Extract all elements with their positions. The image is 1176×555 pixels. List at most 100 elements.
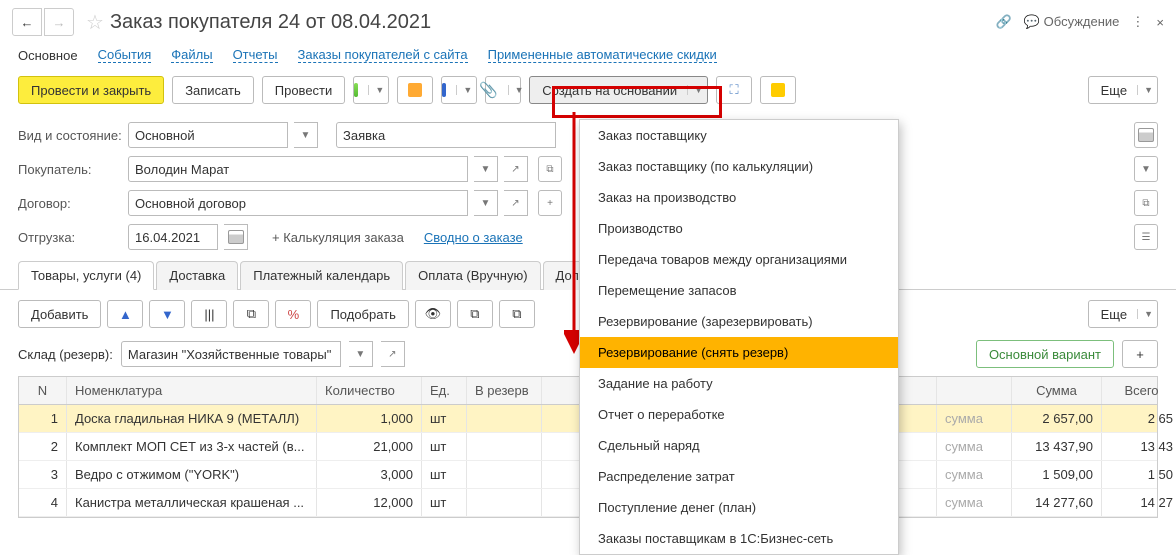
nav-back-button[interactable]: ← bbox=[12, 8, 42, 36]
flag-icon bbox=[771, 83, 785, 97]
scan-button[interactable]: ⧉ bbox=[233, 300, 269, 328]
warehouse-open-btn[interactable]: ↗ bbox=[381, 341, 405, 367]
state-input[interactable]: Заявка bbox=[336, 122, 556, 148]
ship-calendar-btn[interactable] bbox=[224, 224, 248, 250]
menu-item[interactable]: Сдельный наряд bbox=[580, 430, 898, 461]
tab-files[interactable]: Файлы bbox=[171, 47, 212, 63]
discussion-link[interactable]: 💬 Обсуждение bbox=[1024, 14, 1120, 30]
move-up-button[interactable]: ▲ bbox=[107, 300, 143, 328]
variant-button[interactable]: Основной вариант bbox=[976, 340, 1114, 368]
col-sum[interactable]: Сумма bbox=[1012, 377, 1102, 404]
kind-dropdown-btn[interactable]: ▼ bbox=[294, 122, 318, 148]
close-icon[interactable]: × bbox=[1156, 15, 1164, 30]
col-sumlabel bbox=[937, 377, 1012, 404]
col-reserve[interactable]: В резерв bbox=[467, 377, 542, 404]
date-aux1-btn[interactable] bbox=[1134, 122, 1158, 148]
cell-nomen: Комплект МОП СЕТ из 3-х частей (в... bbox=[67, 433, 317, 460]
tab-auto-discounts[interactable]: Примененные автоматические скидки bbox=[488, 47, 717, 63]
cell-sum-label: сумма bbox=[937, 405, 1012, 432]
kebab-menu-icon[interactable]: ⋮ bbox=[1131, 14, 1144, 30]
create-based-on-button[interactable]: Создать на основании▼ bbox=[529, 76, 708, 104]
ship-date-input[interactable]: 16.04.2021 bbox=[128, 224, 218, 250]
pick-button[interactable]: Подобрать bbox=[317, 300, 408, 328]
menu-item[interactable]: Задание на работу bbox=[580, 368, 898, 399]
contract-extra-btn[interactable]: + bbox=[538, 190, 562, 216]
variant-add-button[interactable]: + bbox=[1122, 340, 1158, 368]
tab-events[interactable]: События bbox=[98, 47, 152, 63]
move-down-button[interactable]: ▼ bbox=[149, 300, 185, 328]
print-button[interactable]: ▼ bbox=[441, 76, 477, 104]
col-qty[interactable]: Количество bbox=[317, 377, 422, 404]
cell-nomen: Ведро с отжимом ("YORK") bbox=[67, 461, 317, 488]
subtab-goods[interactable]: Товары, услуги (4) bbox=[18, 261, 154, 290]
cell-unit: шт bbox=[422, 461, 467, 488]
link-icon[interactable]: 🔗 bbox=[996, 14, 1012, 30]
cell-reserve bbox=[467, 461, 542, 488]
barcode-button[interactable]: ||| bbox=[191, 300, 227, 328]
add-row-button[interactable]: Добавить bbox=[18, 300, 101, 328]
contract-input[interactable]: Основной договор bbox=[128, 190, 468, 216]
ship-label: Отгрузка: bbox=[18, 230, 122, 245]
kind-label: Вид и состояние: bbox=[18, 128, 122, 143]
menu-item[interactable]: Заказ на производство bbox=[580, 182, 898, 213]
menu-item[interactable]: Передача товаров между организациями bbox=[580, 244, 898, 275]
cell-n: 4 bbox=[19, 489, 67, 516]
cell-unit: шт bbox=[422, 433, 467, 460]
flag-button[interactable] bbox=[760, 76, 796, 104]
col-n[interactable]: N bbox=[19, 377, 67, 404]
tab-main[interactable]: Основное bbox=[18, 48, 78, 63]
menu-item[interactable]: Распределение затрат bbox=[580, 461, 898, 492]
tab-reports[interactable]: Отчеты bbox=[233, 47, 278, 63]
warehouse-input[interactable]: Магазин "Хозяйственные товары" bbox=[121, 341, 341, 367]
more-button[interactable]: Еще▼ bbox=[1088, 76, 1158, 104]
buyer-input[interactable]: Володин Марат bbox=[128, 156, 468, 182]
mail-button[interactable] bbox=[397, 76, 433, 104]
percent-button[interactable]: % bbox=[275, 300, 311, 328]
subtab-payment-calendar[interactable]: Платежный календарь bbox=[240, 261, 403, 290]
menu-item[interactable]: Резервирование (зарезервировать) bbox=[580, 306, 898, 337]
nav-forward-button[interactable]: → bbox=[44, 8, 74, 36]
menu-item[interactable]: Заказы поставщикам в 1С:Бизнес-сеть bbox=[580, 523, 898, 554]
save-button[interactable]: Записать bbox=[172, 76, 254, 104]
contract-dropdown-btn[interactable]: ▼ bbox=[474, 190, 498, 216]
menu-item[interactable]: Резервирование (снять резерв) bbox=[580, 337, 898, 368]
buyer-open-btn[interactable]: ↗ bbox=[504, 156, 528, 182]
col-nomen[interactable]: Номенклатура bbox=[67, 377, 317, 404]
attach-button[interactable]: 📎▼ bbox=[485, 76, 521, 104]
buyer-extra-btn[interactable]: ⧉ bbox=[538, 156, 562, 182]
cell-qty: 12,000 bbox=[317, 489, 422, 516]
favorite-star-icon[interactable]: ☆ bbox=[86, 10, 104, 35]
aux-btn-3[interactable]: ⧉ bbox=[1134, 190, 1158, 216]
col-unit[interactable]: Ед. bbox=[422, 377, 467, 404]
menu-item[interactable]: Заказ поставщику (по калькуляции) bbox=[580, 151, 898, 182]
new-doc-button[interactable]: ▼ bbox=[353, 76, 389, 104]
kind-input[interactable]: Основной bbox=[128, 122, 288, 148]
subbar-more-button[interactable]: Еще▼ bbox=[1088, 300, 1158, 328]
menu-item[interactable]: Поступление денег (план) bbox=[580, 492, 898, 523]
tab-site-orders[interactable]: Заказы покупателей с сайта bbox=[298, 47, 468, 63]
subtab-delivery[interactable]: Доставка bbox=[156, 261, 238, 290]
paste-button[interactable]: ⧉ bbox=[499, 300, 535, 328]
cell-sum: 14 277,60 bbox=[1012, 489, 1102, 516]
aux-btn-2[interactable]: ▼ bbox=[1134, 156, 1158, 182]
menu-item[interactable]: Перемещение запасов bbox=[580, 275, 898, 306]
col-total[interactable]: Всего bbox=[1102, 377, 1176, 404]
warehouse-dropdown-btn[interactable]: ▼ bbox=[349, 341, 373, 367]
calendar-icon bbox=[1138, 128, 1154, 142]
menu-item[interactable]: Отчет о переработке bbox=[580, 399, 898, 430]
summary-link[interactable]: Сводно о заказе bbox=[424, 230, 523, 245]
aux-btn-4[interactable]: ☰ bbox=[1134, 224, 1158, 250]
buyer-dropdown-btn[interactable]: ▼ bbox=[474, 156, 498, 182]
subtab-payment[interactable]: Оплата (Вручную) bbox=[405, 261, 540, 290]
structure-button[interactable]: ⛶ bbox=[716, 76, 752, 104]
menu-item[interactable]: Производство bbox=[580, 213, 898, 244]
post-button[interactable]: Провести bbox=[262, 76, 346, 104]
post-and-close-button[interactable]: Провести и закрыть bbox=[18, 76, 164, 104]
page-title: Заказ покупателя 24 от 08.04.2021 bbox=[110, 11, 431, 34]
copy-button[interactable]: ⧉ bbox=[457, 300, 493, 328]
calculation-label: + Калькуляция заказа bbox=[272, 230, 404, 245]
contract-open-btn[interactable]: ↗ bbox=[504, 190, 528, 216]
mail-icon bbox=[408, 83, 422, 97]
view-button[interactable]: 👁 bbox=[415, 300, 451, 328]
menu-item[interactable]: Заказ поставщику bbox=[580, 120, 898, 151]
